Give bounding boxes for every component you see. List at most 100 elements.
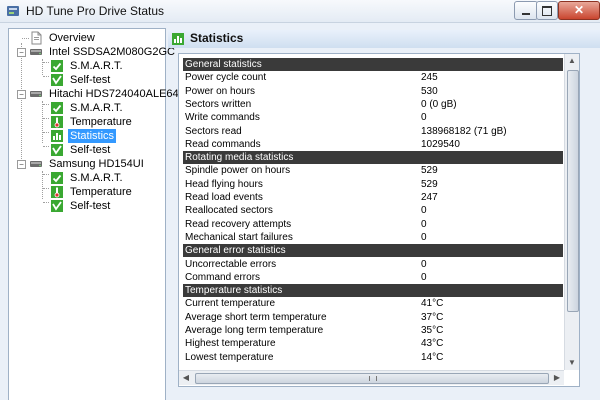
minimize-button[interactable]	[514, 1, 538, 20]
maximize-icon	[542, 6, 552, 16]
hd-tune-app-icon	[6, 4, 20, 18]
stat-row: Mechanical start failures 0	[183, 231, 563, 244]
stat-row: Read recovery attempts 0	[183, 218, 563, 231]
tree-item-label: Temperature	[70, 116, 132, 128]
content-header: Statistics	[168, 30, 600, 48]
tree-item-label: S.M.A.R.T.	[70, 172, 123, 184]
section-header: Temperature statistics	[183, 284, 563, 298]
horizontal-scrollbar[interactable]: ◀ ▶	[179, 370, 564, 385]
section-title: General error statistics	[185, 245, 286, 257]
stat-row: Write commands 0	[183, 111, 563, 124]
stat-row: Sectors read 138968182 (71 gB)	[183, 125, 563, 138]
scroll-down-icon[interactable]: ▼	[565, 356, 579, 370]
stat-label: Uncorrectable errors	[185, 258, 277, 270]
stat-row: Spindle power on hours 529	[183, 164, 563, 177]
stat-label: Average long term temperature	[185, 325, 324, 336]
stat-label: Spindle power on hours	[185, 165, 291, 177]
stat-label: Average short term temperature	[185, 311, 327, 323]
stat-value: 0	[421, 271, 427, 283]
stat-row: Power on hours 530	[183, 85, 563, 98]
maximize-button[interactable]	[536, 1, 558, 20]
horizontal-scroll-thumb[interactable]	[195, 373, 549, 384]
stat-label: Mechanical start failures	[185, 231, 293, 243]
section-title: Temperature statistics	[185, 285, 283, 297]
tree-line	[42, 171, 43, 199]
tree-line	[43, 202, 49, 203]
tree-line	[42, 101, 43, 143]
stat-row: Highest temperature 43°C	[183, 337, 563, 350]
stat-value: 43°C	[421, 338, 444, 350]
stat-value: 35°C	[421, 325, 444, 336]
minimize-icon	[522, 13, 530, 15]
collapse-toggle[interactable]: −	[17, 90, 26, 99]
vertical-scroll-thumb[interactable]	[567, 70, 579, 312]
scroll-left-icon[interactable]: ◀	[179, 371, 193, 385]
close-icon: ✕	[573, 3, 585, 17]
stat-value: 0	[421, 112, 427, 124]
stat-row: Lowest temperature 14°C	[183, 351, 563, 364]
tree-item-label: Statistics	[68, 129, 117, 143]
section-title: Rotating media statistics	[185, 152, 294, 164]
stat-row: Command errors 0	[183, 271, 563, 284]
stat-value: 0	[421, 205, 427, 217]
stat-value: 138968182 (71 gB)	[421, 125, 507, 137]
drive-tree: Overview − Intel SSDSA2M080G2GC S.M.A.R.…	[8, 28, 185, 400]
stat-row: Reallocated sectors 0	[183, 204, 563, 217]
tree-item-label: Self-test	[70, 200, 111, 212]
vertical-scrollbar[interactable]: ▲ ▼	[564, 54, 579, 370]
tree-item-label: Self-test	[70, 74, 111, 86]
tree-line	[22, 38, 29, 39]
tree-item-label: Temperature	[70, 186, 132, 198]
hard-drive-icon	[29, 157, 43, 175]
stat-value: 41°C	[421, 298, 444, 310]
hard-drive-icon	[29, 45, 43, 63]
grip-icon	[369, 376, 377, 381]
stat-value: 14°C	[421, 351, 444, 363]
stat-row: Read commands 1029540	[183, 138, 563, 151]
stat-label: Write commands	[185, 112, 260, 124]
stat-label: Head flying hours	[185, 178, 263, 190]
self-test-icon	[50, 199, 64, 217]
stat-row: Average long term temperature 35°C	[183, 324, 563, 337]
tree-line	[43, 146, 49, 147]
close-button[interactable]: ✕	[558, 1, 600, 20]
scroll-up-icon[interactable]: ▲	[565, 54, 579, 68]
tree-item-label: S.M.A.R.T.	[70, 102, 123, 114]
tree-line	[43, 174, 49, 175]
stat-value: 0	[421, 218, 427, 230]
tree-item-label: Self-test	[70, 144, 111, 156]
stat-value: 37°C	[421, 311, 444, 323]
tree-line	[43, 62, 49, 63]
stat-label: Reallocated sectors	[185, 205, 273, 217]
collapse-toggle[interactable]: −	[17, 160, 26, 169]
tree-item-label: S.M.A.R.T.	[70, 60, 123, 72]
stat-label: Sectors written	[185, 98, 252, 110]
tree-line	[43, 118, 49, 119]
stat-label: Highest temperature	[185, 338, 276, 350]
stat-value: 1029540	[421, 138, 460, 150]
scroll-right-icon[interactable]: ▶	[550, 371, 564, 385]
stat-label: Command errors	[185, 271, 261, 283]
stat-label: Power on hours	[185, 85, 256, 97]
stat-label: Read recovery attempts	[185, 218, 292, 230]
stat-label: Power cycle count	[185, 72, 267, 84]
stat-value: 0 (0 gB)	[421, 98, 457, 110]
tree-line	[43, 188, 49, 189]
stat-row: Sectors written 0 (0 gB)	[183, 98, 563, 111]
stat-label: Read load events	[185, 192, 263, 203]
stat-label: Sectors read	[185, 125, 242, 137]
stat-value: 0	[421, 258, 427, 270]
page-title: Statistics	[190, 31, 244, 45]
tree-item-label: Samsung HD154UI	[49, 158, 144, 170]
tree-line	[43, 132, 49, 133]
stat-row: Head flying hours 529	[183, 178, 563, 191]
stat-row: Power cycle count 245	[183, 71, 563, 84]
stat-label: Lowest temperature	[185, 351, 274, 363]
bar-chart-icon	[171, 32, 185, 49]
window-title: HD Tune Pro Drive Status	[26, 4, 165, 18]
collapse-toggle[interactable]: −	[17, 48, 26, 57]
stat-value: 530	[421, 85, 438, 97]
section-header: General error statistics	[183, 244, 563, 258]
stat-row: Average short term temperature 37°C	[183, 311, 563, 324]
stat-row: Current temperature 41°C	[183, 297, 563, 310]
